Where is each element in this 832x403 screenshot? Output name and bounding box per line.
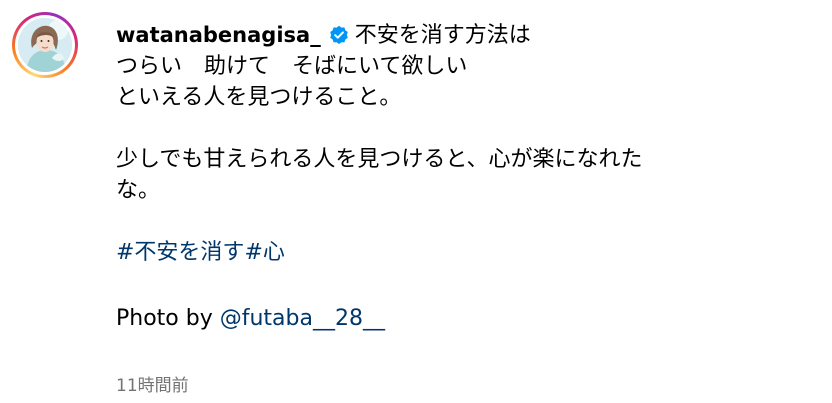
hashtag-line: #不安を消す#心 [116, 237, 816, 268]
post-caption: watanabenagisa_ 不安を消す方法は つらい 助けて そばにいて欲しい… [116, 20, 816, 334]
avatar[interactable] [18, 18, 72, 72]
hashtag-link[interactable]: #心 [244, 240, 284, 265]
caption-header-line: watanabenagisa_ 不安を消す方法は [116, 20, 816, 51]
caption-text-line-4: 少しでも甘えられる人を見つけると、心が楽になれた [116, 147, 643, 172]
instagram-post-caption: watanabenagisa_ 不安を消す方法は つらい 助けて そばにいて欲しい… [0, 0, 832, 403]
avatar-story-ring[interactable] [12, 12, 78, 78]
caption-text-line-1: 不安を消す方法は [354, 23, 531, 48]
hashtag-link[interactable]: #不安を消す [116, 240, 244, 265]
username-link[interactable]: watanabenagisa_ [116, 23, 321, 47]
post-timestamp[interactable]: 11時間前 [116, 371, 189, 396]
photo-credit-prefix: Photo by [116, 306, 220, 331]
caption-text-line-5: な。 [116, 178, 161, 203]
mention-link[interactable]: @futaba__28__ [220, 306, 385, 331]
avatar-ring-gap [15, 15, 75, 75]
caption-text-line-2: つらい 助けて そばにいて欲しい [116, 54, 468, 79]
verified-badge-icon [329, 25, 348, 44]
caption-text-line-3: といえる人を見つけること。 [116, 85, 402, 110]
avatar-image [18, 18, 72, 72]
photo-credit-line: Photo by @futaba__28__ [116, 303, 816, 334]
